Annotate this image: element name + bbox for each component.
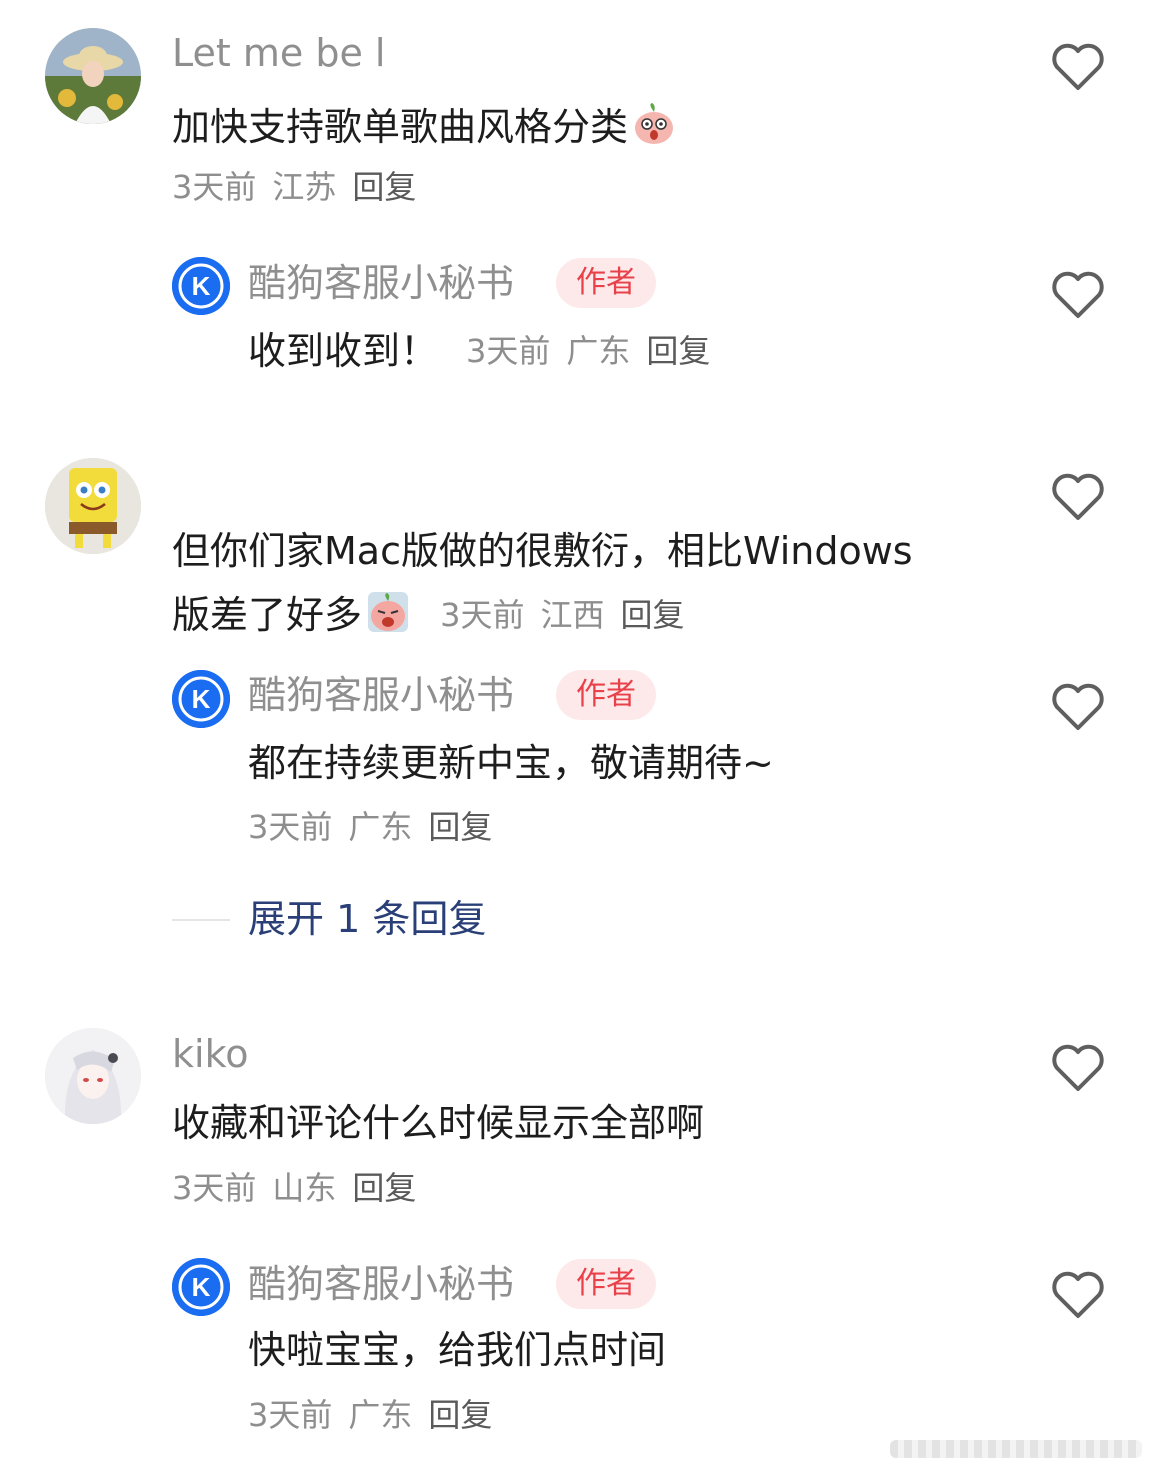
kugou-logo-icon: K — [172, 257, 230, 315]
comment-time: 3天前 — [440, 596, 525, 634]
like-button[interactable] — [1050, 42, 1106, 92]
avatar[interactable] — [45, 458, 141, 554]
like-button[interactable] — [1050, 270, 1106, 320]
comment-meta: 3天前 山东 回复 — [172, 1172, 416, 1204]
heart-icon — [1052, 473, 1104, 520]
svg-text:K: K — [192, 1272, 211, 1302]
reply-meta: 3天前 广东 回复 — [466, 335, 710, 367]
reply-meta: 3天前 广东 回复 — [248, 811, 492, 843]
expand-replies-link[interactable]: 展开 1 条回复 — [248, 900, 486, 938]
home-indicator — [890, 1440, 1142, 1458]
reply-time: 3天前 — [248, 1396, 333, 1434]
kugou-logo-icon: K — [172, 670, 230, 728]
reply-button[interactable]: 回复 — [428, 808, 492, 846]
svg-text:K: K — [192, 271, 211, 301]
comment-time: 3天前 — [172, 168, 257, 206]
reply-text: 都在持续更新中宝，敬请期待~ — [248, 741, 774, 785]
like-button[interactable] — [1050, 472, 1106, 522]
expand-divider — [172, 919, 230, 921]
reply-username[interactable]: 酷狗客服小秘书 — [248, 1265, 514, 1303]
crying-peach-emoji — [366, 590, 410, 634]
comment-location: 山东 — [272, 1169, 337, 1207]
comment-text: 加快支持歌单歌曲风格分类 — [172, 102, 676, 146]
reply-button[interactable]: 回复 — [352, 168, 416, 206]
reply-button[interactable]: 回复 — [621, 596, 685, 634]
comment-text-body: 版差了好多 — [172, 593, 363, 637]
reply-button[interactable]: 回复 — [352, 1169, 416, 1207]
kugou-avatar[interactable]: K — [172, 670, 230, 728]
reply-text: 收到收到！ — [248, 329, 439, 373]
reply-username[interactable]: 酷狗客服小秘书 — [248, 676, 514, 714]
reply-button[interactable]: 回复 — [646, 332, 710, 370]
like-button[interactable] — [1050, 1043, 1106, 1093]
reply-meta: 3天前 广东 回复 — [248, 1399, 492, 1431]
reply-location: 广东 — [348, 1396, 413, 1434]
kugou-avatar[interactable]: K — [172, 1258, 230, 1316]
kugou-avatar[interactable]: K — [172, 257, 230, 315]
comment-time: 3天前 — [172, 1169, 257, 1207]
heart-icon — [1052, 683, 1104, 730]
reply-location: 广东 — [566, 332, 631, 370]
comment-text-body: 加快支持歌单歌曲风格分类 — [172, 105, 629, 149]
comment-username[interactable]: kiko — [172, 1035, 248, 1073]
heart-icon — [1052, 271, 1104, 318]
reply-username[interactable]: 酷狗客服小秘书 — [248, 264, 514, 302]
reply-time: 3天前 — [466, 332, 551, 370]
author-badge: 作者 — [556, 1259, 656, 1309]
reply-location: 广东 — [348, 808, 413, 846]
shocked-peach-emoji — [632, 102, 676, 146]
comment-location: 江西 — [540, 596, 605, 634]
comment-text: 收藏和评论什么时候显示全部啊 — [172, 1101, 705, 1145]
heart-icon — [1052, 1271, 1104, 1318]
reply-button[interactable]: 回复 — [428, 1396, 492, 1434]
comment-text-line2: 版差了好多 3天前 江西 回复 — [172, 590, 685, 634]
comment-meta: 3天前 江苏 回复 — [172, 171, 416, 203]
reply-text: 快啦宝宝，给我们点时间 — [248, 1328, 667, 1372]
comment-username[interactable]: Let me be l — [172, 34, 385, 72]
kugou-logo-icon: K — [172, 1258, 230, 1316]
svg-text:K: K — [192, 684, 211, 714]
avatar[interactable] — [45, 1028, 141, 1124]
comment-meta: 3天前 江西 回复 — [440, 599, 684, 631]
like-button[interactable] — [1050, 682, 1106, 732]
heart-icon — [1052, 43, 1104, 90]
comment-location: 江苏 — [272, 168, 337, 206]
heart-icon — [1052, 1044, 1104, 1091]
author-badge: 作者 — [556, 258, 656, 308]
author-badge: 作者 — [556, 670, 656, 720]
avatar[interactable] — [45, 28, 141, 124]
comment-text-line1: 但你们家Mac版做的很敷衍，相比Windows — [172, 529, 913, 573]
reply-time: 3天前 — [248, 808, 333, 846]
like-button[interactable] — [1050, 1270, 1106, 1320]
